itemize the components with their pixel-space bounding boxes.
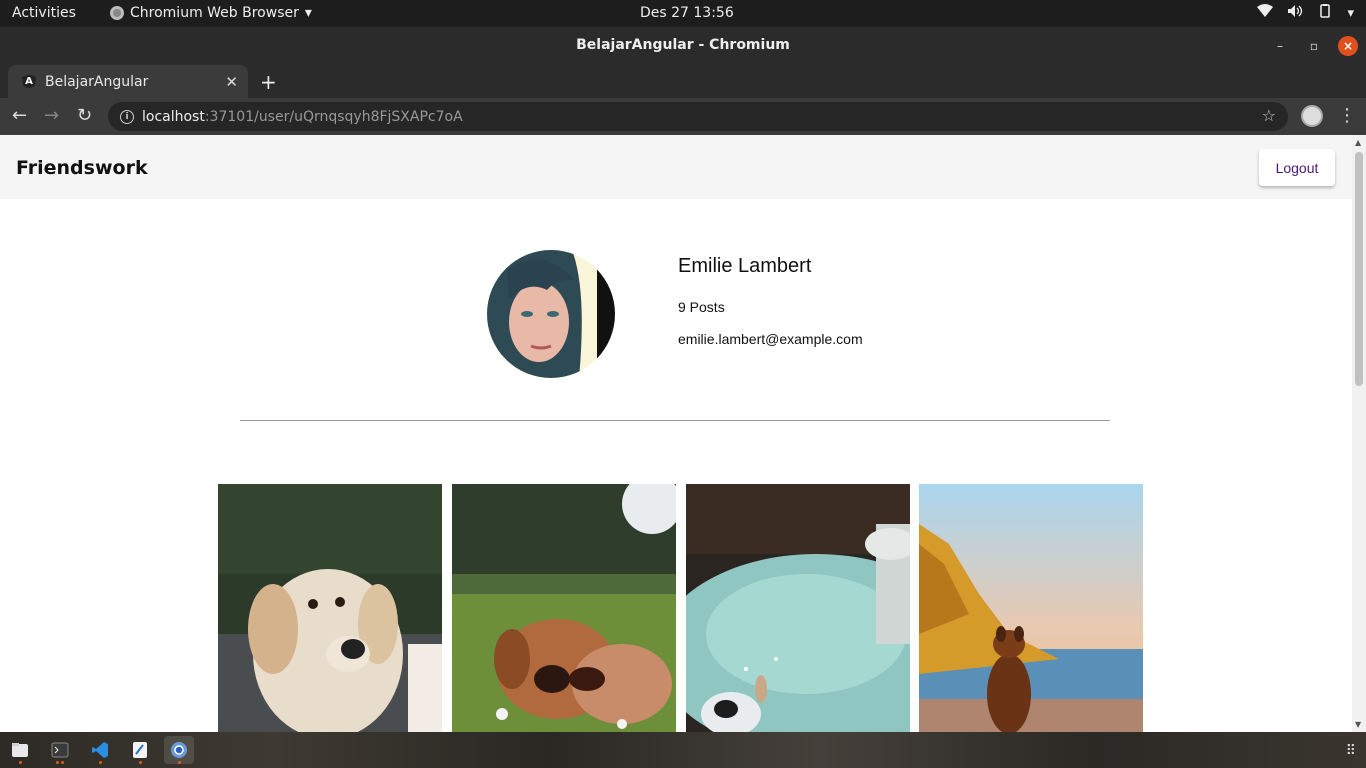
tab-title: BelajarAngular xyxy=(45,73,149,90)
reload-icon[interactable]: ↻ xyxy=(77,105,92,126)
profile-avatar xyxy=(487,250,615,378)
chromium-icon xyxy=(110,6,124,20)
back-icon[interactable]: ← xyxy=(12,105,27,126)
close-tab-icon[interactable]: ✕ xyxy=(225,73,238,91)
page-scrollbar[interactable]: ▲ ▼ xyxy=(1352,135,1366,732)
window-title-bar: BelajarAngular - Chromium – ▫ × xyxy=(0,27,1366,64)
running-indicator xyxy=(19,761,22,764)
post-photo[interactable] xyxy=(686,484,910,732)
running-indicator xyxy=(56,761,59,764)
web-page: Friendswork Logout Emilie Lambert 9 Post… xyxy=(0,135,1352,732)
running-indicator xyxy=(61,761,64,764)
scroll-up-icon[interactable]: ▲ xyxy=(1355,138,1361,147)
scroll-down-icon[interactable]: ▼ xyxy=(1355,720,1361,729)
post-count: 9 Posts xyxy=(678,299,725,315)
volume-icon xyxy=(1287,4,1303,22)
system-menu-caret-icon: ▾ xyxy=(1347,5,1354,21)
tab-belajarangular[interactable]: A BelajarAngular ✕ xyxy=(8,65,248,98)
url-path: :37101/user/uQrnqsqyh8FjSXAPc7oA xyxy=(204,108,463,125)
bookmark-star-icon[interactable]: ☆ xyxy=(1262,106,1276,125)
caret-down-icon: ▾ xyxy=(304,5,312,21)
dock-vscode-icon[interactable] xyxy=(85,736,115,764)
dock-text-editor-icon[interactable] xyxy=(125,736,155,764)
app-toolbar: Friendswork Logout xyxy=(0,135,1352,199)
forward-icon[interactable]: → xyxy=(44,105,59,126)
brand-title[interactable]: Friendswork xyxy=(16,157,148,179)
user-email: emilie.lambert@example.com xyxy=(678,331,863,347)
dock-files-icon[interactable] xyxy=(5,736,35,764)
battery-icon xyxy=(1317,4,1333,22)
user-name: Emilie Lambert xyxy=(678,255,812,277)
close-window-icon[interactable]: × xyxy=(1338,36,1358,56)
wifi-icon xyxy=(1257,4,1274,22)
minimize-icon[interactable]: – xyxy=(1270,36,1290,56)
dock: ⠿ xyxy=(0,732,1366,768)
logout-button[interactable]: Logout xyxy=(1259,149,1335,186)
scrollbar-thumb[interactable] xyxy=(1355,152,1363,386)
dock-terminal-icon[interactable] xyxy=(45,736,75,764)
more-menu-icon[interactable]: ⋮ xyxy=(1338,105,1356,126)
profile-avatar-icon[interactable] xyxy=(1301,105,1323,127)
app-menu-label: Chromium Web Browser xyxy=(130,5,299,21)
new-tab-icon[interactable]: + xyxy=(260,70,277,94)
clock[interactable]: Des 27 13:56 xyxy=(640,5,734,21)
system-tray[interactable]: ▾ xyxy=(1257,4,1354,22)
post-photo[interactable] xyxy=(919,484,1143,732)
running-indicator xyxy=(139,761,142,764)
site-info-icon[interactable]: i xyxy=(120,109,134,124)
post-photo[interactable] xyxy=(452,484,676,732)
activities-button[interactable]: Activities xyxy=(12,5,76,21)
running-indicator xyxy=(178,761,181,764)
running-indicator xyxy=(99,761,102,764)
post-photo[interactable] xyxy=(218,484,442,732)
maximize-icon[interactable]: ▫ xyxy=(1304,36,1324,56)
divider xyxy=(240,420,1110,421)
tab-strip: A BelajarAngular ✕ + xyxy=(0,64,1366,98)
system-top-bar: Activities Chromium Web Browser ▾ Des 27… xyxy=(0,0,1366,27)
url-host: localhost xyxy=(142,108,205,125)
dock-chromium-icon[interactable] xyxy=(164,736,194,764)
app-menu[interactable]: Chromium Web Browser ▾ xyxy=(110,5,312,21)
browser-toolbar: ← → ↻ i localhost:37101/user/uQrnqsqyh8F… xyxy=(0,98,1366,135)
window-title: BelajarAngular - Chromium xyxy=(576,37,790,53)
address-bar[interactable]: i localhost:37101/user/uQrnqsqyh8FjSXAPc… xyxy=(108,102,1288,131)
show-applications-icon[interactable]: ⠿ xyxy=(1346,743,1356,759)
angular-icon: A xyxy=(22,74,36,89)
